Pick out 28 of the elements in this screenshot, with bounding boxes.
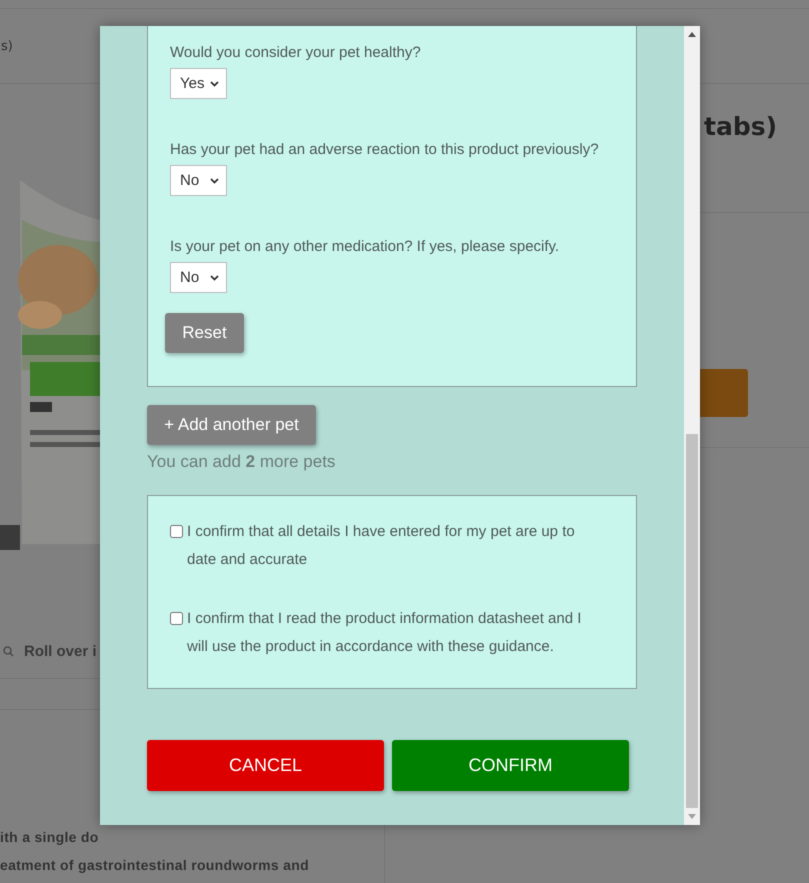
scrollbar-thumb[interactable]	[686, 434, 698, 808]
remaining-pets-note: You can add 2 more pets	[147, 452, 336, 472]
search-icon	[3, 646, 14, 656]
zoom-hint: Roll over i	[24, 642, 97, 660]
checkbox[interactable]	[170, 612, 183, 625]
caret-icon	[210, 80, 219, 86]
answer-dropdown[interactable]: Yes	[170, 68, 227, 99]
question-label: Is your pet on any other medication? If yes, please specify.	[170, 238, 560, 256]
scroll-up-icon[interactable]	[688, 32, 696, 37]
reset-button[interactable]: Reset	[165, 313, 244, 353]
action-button[interactable]	[700, 369, 748, 417]
question-label: Would you consider your pet healthy?	[170, 44, 421, 62]
question-label: Has your pet had an adverse reaction to this product previously?	[170, 141, 599, 159]
confirmation-text: I confirm that I read the product information datasheet and I will use the product in accordance with these guidance.	[187, 609, 582, 657]
breadcrumb-text: s)	[1, 38, 13, 54]
scroll-down-icon[interactable]	[688, 814, 696, 819]
product-title: tabs)	[704, 112, 778, 143]
confirm-button[interactable]: CONFIRM	[392, 740, 629, 791]
description-text: ith a single do	[0, 829, 100, 845]
description-text: eatment of gastrointestinal roundworms and	[0, 857, 310, 873]
answer-dropdown[interactable]: No	[170, 262, 227, 293]
add-pet-button[interactable]: + Add another pet	[147, 405, 316, 445]
caret-icon	[210, 178, 219, 184]
confirmation-text: I confirm that all details I have entered for my pet are up to date and accurate	[187, 522, 576, 570]
checkbox[interactable]	[170, 525, 183, 538]
caret-icon	[210, 274, 219, 280]
cancel-button[interactable]: CANCEL	[147, 740, 384, 791]
answer-dropdown[interactable]: No	[170, 165, 227, 196]
